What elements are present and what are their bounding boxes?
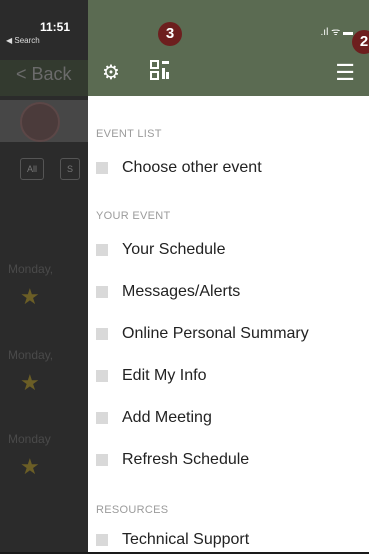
star-icon: ★ — [20, 284, 40, 309]
status-search-back[interactable]: ◀ Search — [6, 36, 40, 45]
qr-code-glyph — [150, 60, 169, 80]
star-icon: ★ — [20, 454, 40, 479]
background-app: 11:51 ◀ Search < Back All S Monday, ★ Mo… — [0, 0, 88, 552]
day-heading: Monday, — [8, 262, 54, 276]
annotation-badge: 3 — [158, 22, 182, 46]
menu-item-choose-other-event[interactable]: Choose other event — [96, 154, 262, 182]
event-logo — [20, 102, 60, 142]
section-event-list: EVENT LIST — [96, 128, 162, 140]
annotation-badge: 2 — [352, 30, 369, 54]
back-label: Back — [31, 64, 72, 84]
menu-item-label: Edit My Info — [122, 367, 207, 384]
menu-item-label: Your Schedule — [122, 241, 226, 258]
menu-item-label: Technical Support — [122, 531, 250, 548]
menu-item-online-personal-summary[interactable]: Online Personal Summary — [96, 320, 309, 348]
menu-item-label: Refresh Schedule — [122, 451, 250, 468]
menu-item-add-meeting[interactable]: Add Meeting — [96, 404, 212, 432]
day-heading: Monday — [8, 432, 51, 446]
item-icon — [96, 244, 108, 256]
item-icon — [96, 162, 108, 174]
item-icon — [96, 534, 108, 546]
star-icon: ★ — [20, 370, 40, 395]
menu-item-technical-support[interactable]: Technical Support — [96, 526, 249, 554]
day-heading: Monday, — [8, 348, 54, 362]
status-time: 11:51 — [40, 20, 71, 34]
menu-item-label: Add Meeting — [122, 409, 212, 426]
menu-item-label: Messages/Alerts — [122, 283, 241, 300]
drawer-topbar: 3 .ıl ᯤ ▬ 2 ⚙ ☰ — [88, 0, 369, 96]
item-icon — [96, 454, 108, 466]
hamburger-menu-icon[interactable]: ☰ — [335, 60, 355, 86]
menu-item-label: Online Personal Summary — [122, 325, 309, 342]
menu-item-messages-alerts[interactable]: Messages/Alerts — [96, 278, 240, 306]
section-resources: RESOURCES — [96, 504, 169, 516]
menu-item-edit-my-info[interactable]: Edit My Info — [96, 362, 206, 390]
item-icon — [96, 370, 108, 382]
section-your-event: YOUR EVENT — [96, 210, 171, 222]
menu-item-refresh-schedule[interactable]: Refresh Schedule — [96, 446, 249, 474]
item-icon — [96, 286, 108, 298]
qr-code-icon[interactable] — [150, 60, 170, 80]
back-button[interactable]: < Back — [16, 64, 72, 85]
menu-item-label: Choose other event — [122, 159, 262, 176]
filter-chip[interactable]: All — [20, 158, 45, 180]
gear-icon[interactable]: ⚙ — [102, 60, 120, 85]
item-icon — [96, 412, 108, 424]
item-icon — [96, 328, 108, 340]
status-icons: .ıl ᯤ ▬ — [320, 27, 353, 38]
side-drawer: 3 .ıl ᯤ ▬ 2 ⚙ ☰ EVENT LIST Choose other … — [88, 0, 369, 552]
menu-item-your-schedule[interactable]: Your Schedule — [96, 236, 226, 264]
filter-chip[interactable]: S — [60, 158, 81, 180]
